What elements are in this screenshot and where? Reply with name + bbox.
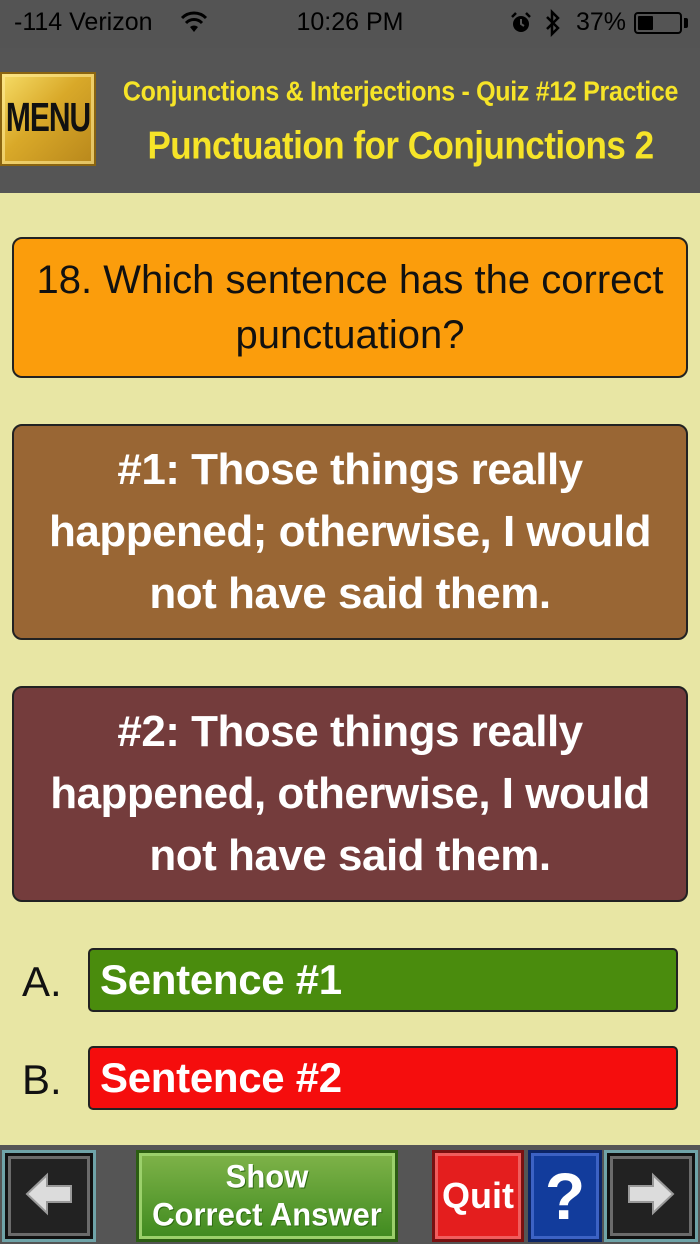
battery-percent: 37%	[576, 8, 627, 36]
battery-fill	[638, 16, 653, 30]
left-arrow-icon	[23, 1171, 75, 1222]
show-label-line2: Correct Answer	[152, 1196, 382, 1233]
bluetooth-icon	[544, 8, 562, 42]
question-card: 18. Which sentence has the correct punct…	[12, 237, 688, 378]
app-header	[0, 48, 700, 193]
answer-b-button[interactable]: Sentence #2	[88, 1046, 678, 1110]
help-button[interactable]: ?	[528, 1150, 602, 1242]
option-text-2: #2: Those things really happened, otherw…	[50, 707, 650, 880]
question-text: 18. Which sentence has the correct punct…	[36, 257, 664, 357]
next-button[interactable]	[604, 1150, 698, 1242]
right-arrow-icon	[625, 1171, 677, 1222]
battery-nub	[684, 18, 688, 28]
quiz-title: Punctuation for Conjunctions 2	[147, 124, 654, 168]
help-label: ?	[544, 1159, 586, 1233]
answer-a-label: Sentence #1	[100, 956, 342, 1003]
option-text-1: #1: Those things really happened; otherw…	[48, 445, 652, 618]
quit-button[interactable]: Quit	[432, 1150, 524, 1242]
battery-icon	[634, 12, 682, 34]
quiz-subtitle: Conjunctions & Interjections - Quiz #12 …	[122, 76, 679, 108]
answer-letter-a: A.	[22, 958, 62, 1005]
status-bar: -114 Verizon 10:26 PM 37%	[0, 0, 700, 48]
menu-label: MENU	[5, 96, 91, 141]
show-correct-answer-button[interactable]: Show Correct Answer	[136, 1150, 398, 1242]
option-card-1: #1: Those things really happened; otherw…	[12, 424, 688, 640]
quit-label: Quit	[442, 1175, 514, 1216]
previous-button[interactable]	[2, 1150, 96, 1242]
menu-button[interactable]: MENU	[0, 72, 96, 166]
answer-b-label: Sentence #2	[100, 1054, 342, 1101]
answer-letter-b: B.	[22, 1056, 62, 1103]
option-card-2: #2: Those things really happened, otherw…	[12, 686, 688, 902]
answer-a-button[interactable]: Sentence #1	[88, 948, 678, 1012]
alarm-icon	[510, 12, 532, 39]
show-label-line1: Show	[225, 1158, 309, 1195]
